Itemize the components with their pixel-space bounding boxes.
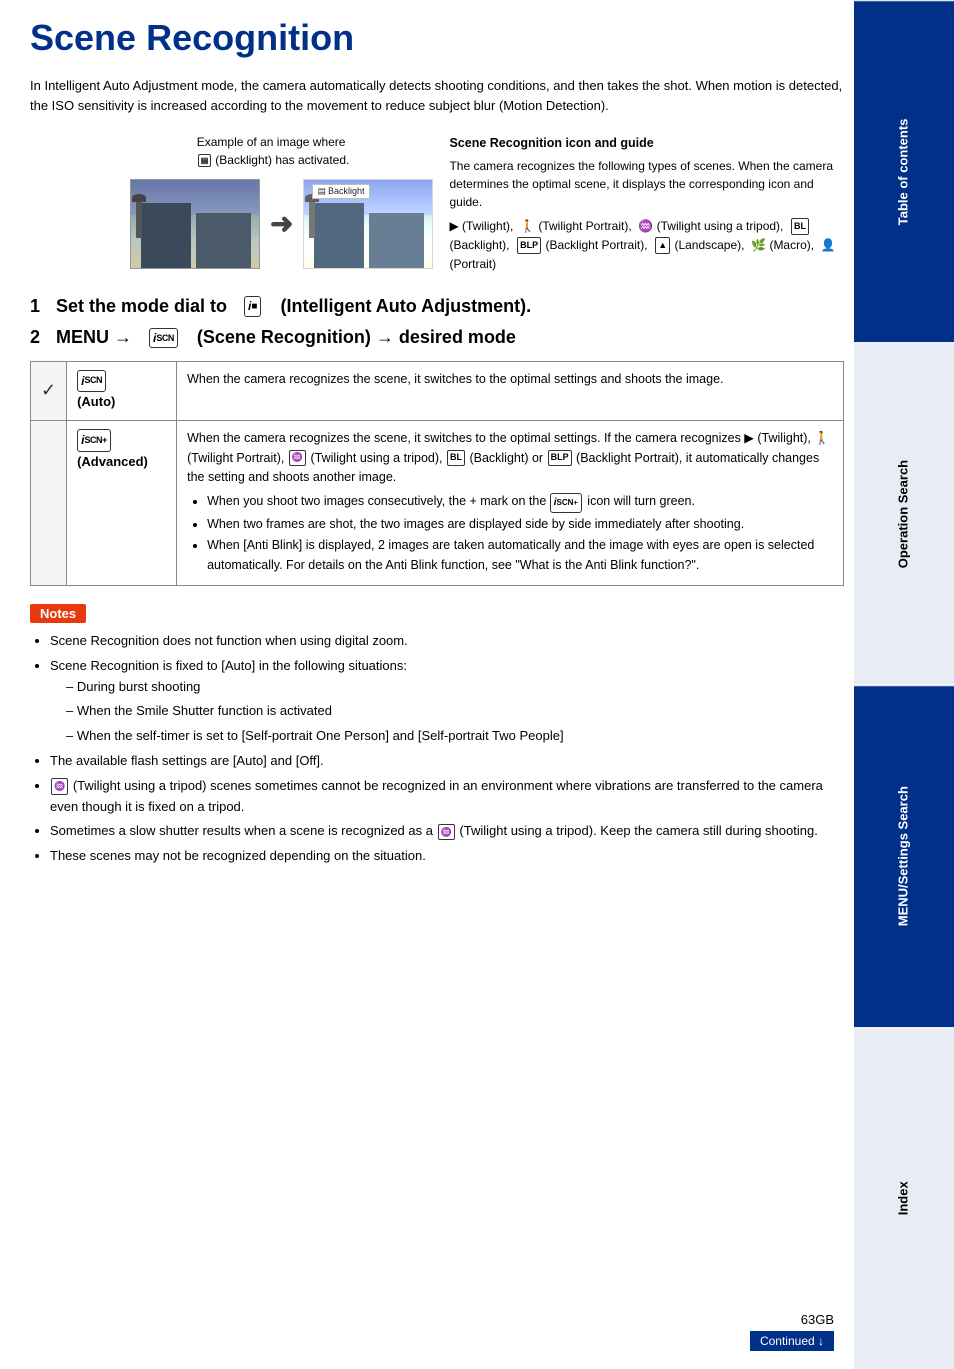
macro-icon: 🌿 [751, 238, 766, 252]
bullet-item: When you shoot two images consecutively,… [207, 492, 833, 513]
note-item: The available flash settings are [Auto] … [50, 751, 844, 772]
backlight-label: ▤ Backlight [312, 184, 369, 199]
iscn-plus-inline: iSCN+ [550, 493, 582, 513]
advanced-mode-icon: iSCN+ [77, 429, 166, 452]
tab-index[interactable]: Index [854, 1027, 954, 1369]
arrow-icon: ➜ [270, 207, 293, 240]
iscn-advanced-icon: iSCN+ [77, 429, 111, 452]
checkmark-cell: ✓ [31, 361, 67, 421]
twilight-icon: ▶ [449, 219, 458, 233]
iscn-auto-icon: iSCN [77, 370, 106, 393]
step-2: 2 MENU → iSCN (Scene Recognition) → desi… [30, 325, 844, 350]
note-item: Scene Recognition does not function when… [50, 631, 844, 652]
landscape-icon: ▲ [655, 237, 670, 253]
table-row: iSCN+ (Advanced) When the camera recogni… [31, 421, 844, 586]
tab-table-of-contents[interactable]: Table of contents [854, 0, 954, 342]
example-label: Example of an image where ▤ (Backlight) … [197, 134, 367, 169]
sr-icons-row: ▶ (Twilight), 🚶 (Twilight Portrait), ♒ (… [449, 217, 844, 275]
tripod-note-icon2: ♒ [438, 824, 455, 840]
note-item: Scene Recognition is fixed to [Auto] in … [50, 656, 844, 747]
scene-recognition-box: Scene Recognition icon and guide The cam… [449, 134, 844, 274]
sub-note-item: When the self-timer is set to [Self-port… [66, 726, 844, 747]
sidebar-tabs: Table of contents Operation Search MENU/… [854, 0, 954, 1369]
checkmark-cell-empty [31, 421, 67, 586]
advanced-bullets: When you shoot two images consecutively,… [187, 492, 833, 575]
images-row: ➜ ▤ Backlight [130, 179, 433, 269]
tripod-inline: ♒ [289, 450, 306, 466]
auto-mode-description: When the camera recognizes the scene, it… [177, 361, 844, 421]
backlight-icon-small: ▤ [317, 186, 326, 197]
bl-inline: BL [447, 450, 465, 466]
main-content: Scene Recognition In Intelligent Auto Ad… [30, 0, 844, 911]
sub-note-item: During burst shooting [66, 677, 844, 698]
notes-badge: Notes [30, 604, 86, 623]
intelligent-auto-icon: i ■ [244, 296, 261, 317]
steps-section: 1 Set the mode dial to i ■ (Intelligent … [30, 294, 844, 350]
scene-recognition-menu-icon: iSCN [149, 328, 178, 349]
advanced-mode-description: When the camera recognizes the scene, it… [177, 421, 844, 586]
backlight-small-icon: ▤ [198, 154, 212, 167]
sr-box-text: The camera recognizes the following type… [449, 157, 844, 211]
bullet-item: When two frames are shot, the two images… [207, 515, 833, 534]
note-item: These scenes may not be recognized depen… [50, 846, 844, 867]
twilight-portrait-icon: 🚶 [520, 219, 535, 233]
blp-inline: BLP [548, 450, 572, 466]
step-1: 1 Set the mode dial to i ■ (Intelligent … [30, 294, 844, 319]
table-row: ✓ iSCN (Auto) When the camera recognizes… [31, 361, 844, 421]
tab-operation-search[interactable]: Operation Search [854, 342, 954, 684]
advanced-mode-label: (Advanced) [77, 452, 166, 472]
footer: 63GB Continued ↓ [750, 1312, 834, 1351]
page-title: Scene Recognition [30, 18, 844, 58]
sub-note-item: When the Smile Shutter function is activ… [66, 701, 844, 722]
note-item: ♒ (Twilight using a tripod) scenes somet… [50, 776, 844, 818]
before-image [130, 179, 260, 269]
auto-mode-cell: iSCN (Auto) [67, 361, 177, 421]
page-number: 63GB [750, 1312, 834, 1327]
mode-table: ✓ iSCN (Auto) When the camera recognizes… [30, 361, 844, 586]
intro-paragraph: In Intelligent Auto Adjustment mode, the… [30, 76, 844, 116]
backlight-icon: BL [791, 218, 809, 234]
example-section: Example of an image where ▤ (Backlight) … [30, 134, 844, 274]
twilight-tripod-icon: ♒ [638, 219, 653, 233]
bullet-item: When [Anti Blink] is displayed, 2 images… [207, 536, 833, 575]
after-image: ▤ Backlight [303, 179, 433, 269]
auto-mode-label: (Auto) [77, 392, 166, 412]
backlight-portrait-icon: BLP [517, 237, 541, 253]
sr-box-title: Scene Recognition icon and guide [449, 134, 844, 153]
advanced-mode-cell: iSCN+ (Advanced) [67, 421, 177, 586]
tab-menu-settings-search[interactable]: MENU/Settings Search [854, 685, 954, 1027]
portrait-icon: 👤 [821, 238, 836, 252]
notes-sub-list: During burst shooting When the Smile Shu… [50, 677, 844, 747]
notes-section: Notes Scene Recognition does not functio… [30, 604, 844, 867]
auto-mode-icon: iSCN [77, 370, 166, 393]
continued-indicator: Continued ↓ [750, 1331, 834, 1351]
example-label-area: Example of an image where ▤ (Backlight) … [130, 134, 433, 269]
notes-list: Scene Recognition does not function when… [30, 631, 844, 867]
tripod-note-icon: ♒ [51, 778, 68, 794]
note-item: Sometimes a slow shutter results when a … [50, 821, 844, 842]
